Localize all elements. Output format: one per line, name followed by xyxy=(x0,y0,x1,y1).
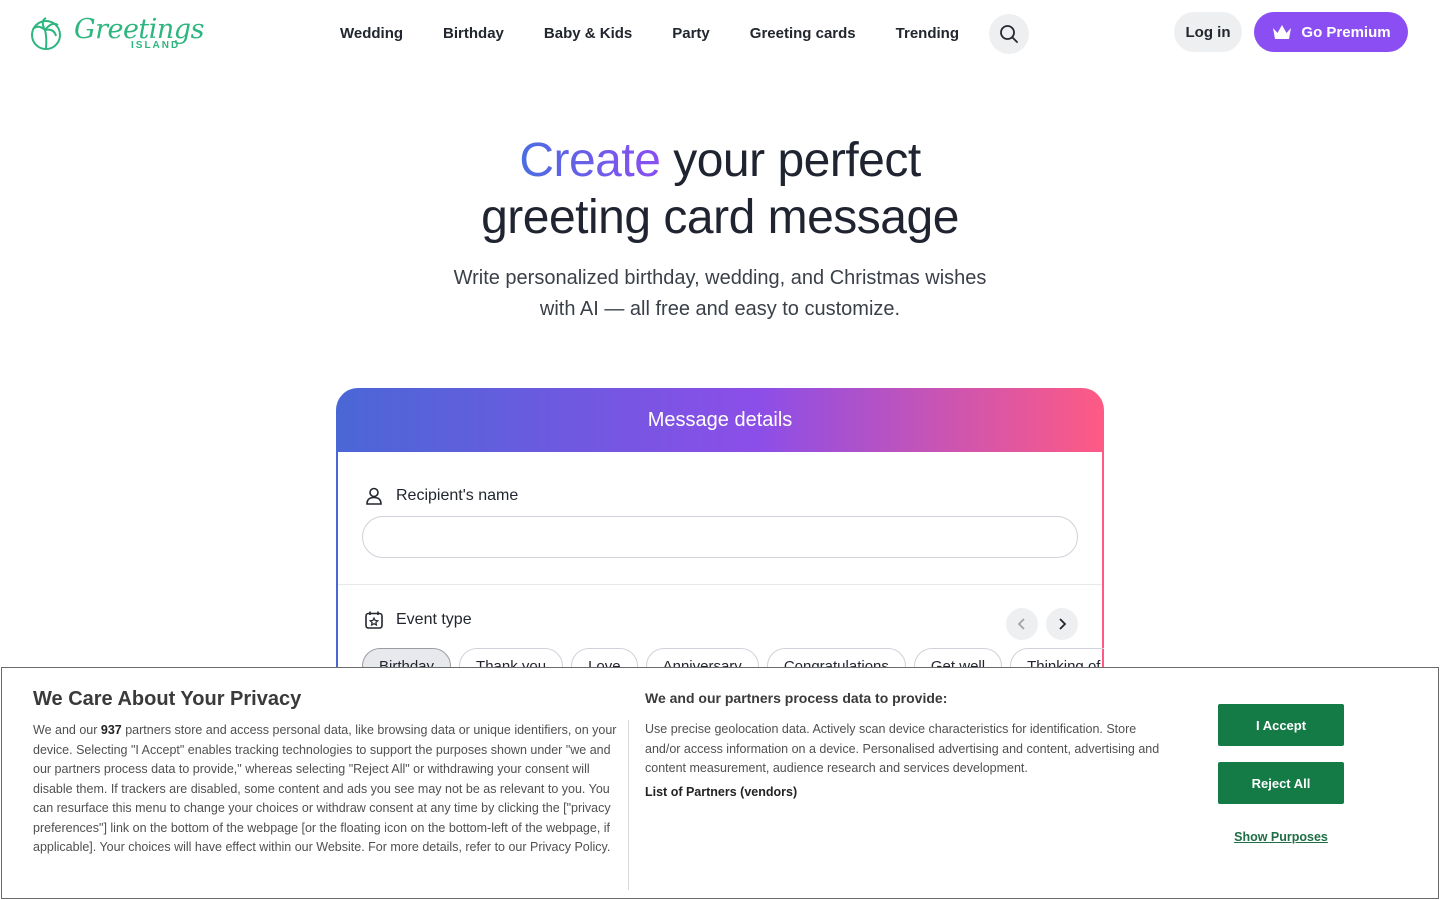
consent-divider xyxy=(628,720,629,890)
event-type-label: Event type xyxy=(364,610,472,630)
vendors-list-link[interactable]: List of Partners (vendors) xyxy=(645,785,797,799)
nav-item-wedding[interactable]: Wedding xyxy=(320,14,423,54)
search-button[interactable] xyxy=(989,14,1029,54)
go-premium-button[interactable]: Go Premium xyxy=(1254,12,1408,52)
nav-item-baby-kids[interactable]: Baby & Kids xyxy=(524,14,652,54)
chevron-right-icon xyxy=(1059,618,1067,630)
nav-item-trending[interactable]: Trending xyxy=(876,14,979,54)
purposes-title: We and our partners process data to prov… xyxy=(645,690,948,706)
card-body: Recipient's name Event type Birthday Tha… xyxy=(338,452,1104,688)
partner-count: 937 xyxy=(100,723,122,737)
hero-title-line1: your perfect xyxy=(660,134,921,187)
hero-subtitle: Write personalized birthday, wedding, an… xyxy=(0,263,1440,325)
chips-prev-button[interactable] xyxy=(1006,608,1038,640)
consent-description: We and our 937 partners store and access… xyxy=(33,721,617,858)
palm-tree-logo-icon xyxy=(31,17,61,50)
greetings-island-logo[interactable]: Greetings ISLAND xyxy=(30,12,204,54)
nav-item-party[interactable]: Party xyxy=(652,14,730,54)
hero-title-highlight: Create xyxy=(519,134,661,187)
calendar-star-icon xyxy=(365,611,383,629)
logo-subtext: ISLAND xyxy=(131,40,181,51)
purposes-description: Use precise geolocation data. Actively s… xyxy=(645,722,1160,775)
crown-icon xyxy=(1273,25,1292,39)
nav-item-greeting-cards[interactable]: Greeting cards xyxy=(730,14,876,54)
main-nav: Wedding Birthday Baby & Kids Party Greet… xyxy=(320,14,1029,54)
site-header: Greetings ISLAND Wedding Birthday Baby &… xyxy=(0,0,1440,68)
recipient-label: Recipient's name xyxy=(364,486,518,506)
chips-next-button[interactable] xyxy=(1046,608,1078,640)
nav-item-birthday[interactable]: Birthday xyxy=(423,14,524,54)
consent-text-rest: partners store and access personal data,… xyxy=(33,723,617,854)
hero-title: Create your perfect greeting card messag… xyxy=(0,132,1440,246)
section-divider xyxy=(338,584,1102,585)
search-icon xyxy=(1000,25,1018,43)
consent-title: We Care About Your Privacy xyxy=(33,688,302,710)
message-details-card: Message details Recipient's name Event t… xyxy=(336,388,1104,688)
hero-title-line2: greeting card message xyxy=(481,191,959,244)
hero-subtitle-line2: with AI — all free and easy to customize… xyxy=(539,298,901,320)
recipient-label-text: Recipient's name xyxy=(396,487,519,504)
accept-button[interactable]: I Accept xyxy=(1218,704,1344,746)
reject-all-button[interactable]: Reject All xyxy=(1218,762,1344,804)
show-purposes-link[interactable]: Show Purposes xyxy=(1218,830,1344,844)
recipient-name-input[interactable] xyxy=(362,516,1078,558)
user-icon xyxy=(366,487,382,505)
login-button[interactable]: Log in xyxy=(1174,12,1242,52)
consent-text-start: We and our xyxy=(33,723,101,737)
privacy-consent-banner: We Care About Your Privacy We and our 93… xyxy=(1,667,1439,899)
go-premium-label: Go Premium xyxy=(1301,23,1391,41)
chevron-left-icon xyxy=(1017,618,1025,630)
event-type-label-text: Event type xyxy=(396,611,472,628)
hero-subtitle-line1: Write personalized birthday, wedding, an… xyxy=(453,267,987,289)
card-header: Message details xyxy=(647,408,793,431)
